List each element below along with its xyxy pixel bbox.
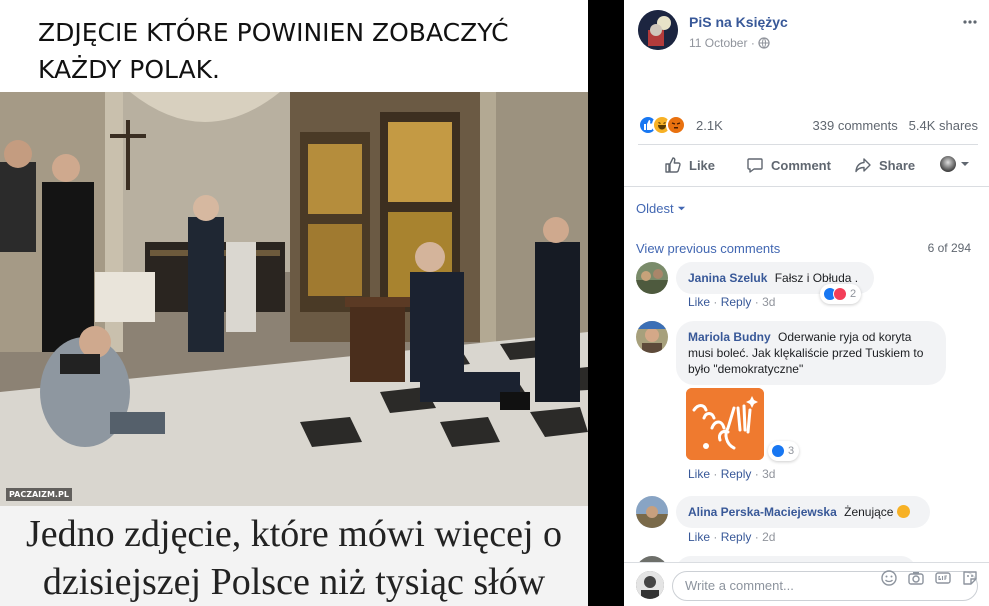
comment-label: Comment <box>771 157 831 173</box>
comment-author-link[interactable]: Alina Perska-Maciejewska <box>688 505 837 519</box>
angry-reaction-icon <box>666 115 686 135</box>
comment-position: 6 of 294 <box>927 241 971 255</box>
comment-item: Alina Perska-Maciejewska Żenujące Like ·… <box>636 496 976 546</box>
comment-actions: Like · Reply · 3d <box>688 467 776 481</box>
meme-bottom-line1: Jedno zdjęcie, które mówi więcej o <box>25 513 563 555</box>
comment-time[interactable]: 3d <box>762 295 775 309</box>
post-side-panel: PiS na Księżyc 11 October · 2.1K 339 com… <box>624 0 989 606</box>
comment-sort-dropdown[interactable]: Oldest <box>636 201 686 216</box>
meme-image[interactable]: ZDJĘCIE KTÓRE POWINIEN ZOBACZYĆ KAŻDY PO… <box>0 0 588 606</box>
post-header: PiS na Księżyc 11 October · <box>638 10 978 60</box>
comment-text-line1: Oderwanie ryja od koryta <box>778 330 912 344</box>
comment-reaction-count: 2 <box>850 288 857 300</box>
comments-count-link[interactable]: 339 comments <box>813 118 898 133</box>
comment-bubble-icon <box>747 158 763 173</box>
comment-actions: Like · Reply · 2d <box>688 530 776 544</box>
comment-sticker[interactable] <box>686 388 764 460</box>
meme-bottom-caption: Jedno zdjęcie, które mówi więcej o dzisi… <box>0 506 588 606</box>
comment-author-link[interactable]: Janina Szeluk <box>688 271 767 285</box>
comment-item: Mariola Budny Oderwanie ryja od koryta m… <box>636 321 976 486</box>
reaction-count[interactable]: 2.1K <box>696 118 723 133</box>
post-actions: Like Comment Share <box>638 152 978 182</box>
globe-icon <box>758 37 770 52</box>
avatar[interactable] <box>636 262 668 294</box>
chevron-down-icon <box>961 162 969 166</box>
caret-down-icon <box>678 206 686 211</box>
comment-text-line3: było "demokratyczne" <box>688 362 804 376</box>
shares-count-link[interactable]: 5.4K shares <box>909 118 978 133</box>
love-reaction-icon <box>833 287 847 301</box>
comment-item: Janina Szeluk Fałsz i Obłuda . 2 Like · … <box>636 262 976 312</box>
grinning-emoji-icon <box>896 505 910 518</box>
meme-top-line1: ZDJĘCIE KTÓRE POWINIEN ZOBACZYĆ <box>38 18 509 47</box>
meme-top-caption: ZDJĘCIE KTÓRE POWINIEN ZOBACZYĆ KAŻDY PO… <box>0 0 588 92</box>
comment-button[interactable]: Comment <box>746 156 831 174</box>
like-label: Like <box>689 157 716 173</box>
comment-reply-link[interactable]: Reply <box>721 467 752 481</box>
like-reaction-icon <box>771 444 785 458</box>
meme-top-line2: KAŻDY POLAK. <box>38 55 220 84</box>
divider <box>624 186 989 187</box>
comment-time[interactable]: 2d <box>762 530 775 544</box>
comment-like-link[interactable]: Like <box>688 530 710 544</box>
comment-reaction-count: 3 <box>788 445 795 457</box>
church-photo <box>0 92 588 506</box>
share-label: Share <box>879 157 916 173</box>
comment-composer: Write a comment... <box>624 562 989 606</box>
sticker-icon[interactable] <box>961 569 979 587</box>
divider <box>638 144 978 145</box>
gif-icon[interactable] <box>934 569 952 587</box>
comment-actions: Like · Reply · 3d <box>688 295 776 309</box>
view-previous-comments-link[interactable]: View previous comments <box>636 241 780 256</box>
like-button[interactable]: Like <box>664 156 715 174</box>
avatar[interactable] <box>636 571 664 599</box>
share-button[interactable]: Share <box>854 156 915 174</box>
post-stats: 339 comments 5.4K shares <box>813 118 978 133</box>
comment-input-placeholder: Write a comment... <box>685 578 794 593</box>
avatar[interactable] <box>636 321 668 353</box>
thumb-up-icon <box>665 157 681 173</box>
sort-label: Oldest <box>636 201 674 216</box>
reactions-summary[interactable]: 2.1K 339 comments 5.4K shares <box>638 113 978 139</box>
camera-icon[interactable] <box>907 569 925 587</box>
moon-avatar-icon <box>638 10 678 50</box>
comment-time[interactable]: 3d <box>762 467 775 481</box>
comment-bubble: Alina Perska-Maciejewska Żenujące <box>676 496 930 528</box>
comment-text-line2: musi boleć. Jak klękaliście przed Tuskie… <box>688 346 924 360</box>
post-viewer: ZDJĘCIE KTÓRE POWINIEN ZOBACZYĆ KAŻDY PO… <box>0 0 989 606</box>
share-arrow-icon <box>855 158 871 173</box>
comment-author-link[interactable]: Mariola Budny <box>688 330 771 344</box>
watermark-logo: PACZAIZM.PL <box>6 488 72 501</box>
reaction-identity-selector[interactable] <box>940 156 977 172</box>
emoji-icon[interactable] <box>880 569 898 587</box>
comment-bubble: Mariola Budny Oderwanie ryja od koryta m… <box>676 321 946 385</box>
comment-text: Żenujące <box>844 505 894 519</box>
comment-reply-link[interactable]: Reply <box>721 295 752 309</box>
comment-reactions[interactable]: 3 <box>768 441 800 461</box>
photo-panel[interactable]: ZDJĘCIE KTÓRE POWINIEN ZOBACZYĆ KAŻDY PO… <box>0 0 624 606</box>
post-date[interactable]: 11 October <box>689 36 747 50</box>
meme-bottom-line2: dzisiejszej Polsce niż tysiąc słów <box>42 561 546 603</box>
page-name-link[interactable]: PiS na Księżyc <box>689 14 788 30</box>
meta-separator: · <box>750 36 755 50</box>
ok-hand-sticker-icon <box>686 388 764 460</box>
page-avatar[interactable] <box>638 10 678 50</box>
avatar[interactable] <box>636 496 668 528</box>
comment-like-link[interactable]: Like <box>688 295 710 309</box>
post-meta: 11 October · <box>689 36 770 52</box>
comment-reply-link[interactable]: Reply <box>721 530 752 544</box>
reaction-icons <box>638 115 690 137</box>
user-mini-avatar <box>940 156 956 172</box>
composer-icons <box>880 569 979 587</box>
more-dots-icon[interactable] <box>962 14 978 35</box>
church-scene-illustration <box>0 92 588 506</box>
comment-reactions[interactable]: 2 <box>820 284 862 304</box>
comment-text: Fałsz i Obłuda . <box>774 271 859 285</box>
comment-like-link[interactable]: Like <box>688 467 710 481</box>
